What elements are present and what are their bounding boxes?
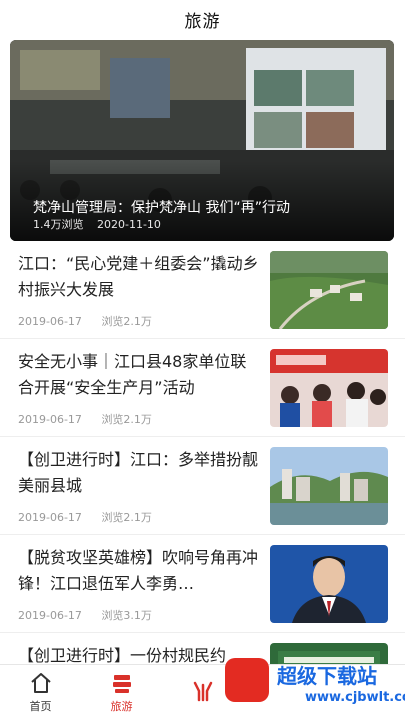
news-views: 浏览3.1万 xyxy=(101,609,152,622)
list-item[interactable]: 安全无小事｜江口县48家单位联合开展“安全生产月”活动 2019-06-17 浏… xyxy=(0,339,405,437)
watermark-logo xyxy=(225,658,269,702)
news-views: 浏览2.1万 xyxy=(101,315,152,328)
watermark-text: 超级下载站 xyxy=(277,664,377,688)
news-views: 浏览2.1万 xyxy=(101,413,152,426)
list-item[interactable]: 江口：“民心党建＋组委会”撬动乡村振兴大发展 2019-06-17 浏览2.1万 xyxy=(0,241,405,339)
featured-views: 1.4万浏览 xyxy=(33,218,84,231)
featured-date: 2020-11-10 xyxy=(97,218,161,231)
tab-travel[interactable]: 旅游 xyxy=(81,665,162,720)
news-title: 安全无小事｜江口县48家单位联合开展“安全生产月”活动 xyxy=(18,352,247,397)
list-item[interactable]: 【创卫进行时】江口：多举措扮靓美丽县城 2019-06-17 浏览2.1万 xyxy=(0,437,405,535)
news-thumbnail xyxy=(270,545,388,623)
tab-home-label: 首页 xyxy=(29,700,52,713)
news-title: 【创卫进行时】江口：多举措扮靓美丽县城 xyxy=(18,450,259,495)
tab-travel-label: 旅游 xyxy=(110,700,133,713)
watermark-url: www.cjbwlt.com xyxy=(305,690,405,705)
news-meta: 2019-06-17 浏览2.1万 xyxy=(18,313,152,329)
news-thumbnail xyxy=(270,349,388,427)
travel-icon xyxy=(112,675,131,693)
news-date: 2019-06-17 xyxy=(18,315,82,328)
news-title: 【脱贫攻坚英雄榜】吹响号角再冲锋！江口退伍军人李勇… xyxy=(18,548,259,593)
featured-title: 梵净山管理局：保护梵净山 我们“再”行动 xyxy=(33,200,290,216)
home-icon xyxy=(30,673,51,693)
news-meta: 2019-06-17 浏览2.1万 xyxy=(18,509,152,525)
tab-home[interactable]: 首页 xyxy=(0,665,81,720)
news-meta: 2019-06-17 浏览3.1万 xyxy=(18,607,152,623)
news-views: 浏览2.1万 xyxy=(101,511,152,524)
news-meta: 2019-06-17 浏览2.1万 xyxy=(18,411,152,427)
top-bar: 旅游 xyxy=(0,0,405,38)
page-title: 旅游 xyxy=(184,11,221,32)
news-thumbnail xyxy=(270,251,388,329)
news-title: 江口：“民心党建＋组委会”撬动乡村振兴大发展 xyxy=(18,254,259,299)
news-date: 2019-06-17 xyxy=(18,609,82,622)
site-watermark: 超级下载站 www.cjbwlt.com xyxy=(155,654,405,716)
news-list: 江口：“民心党建＋组委会”撬动乡村振兴大发展 2019-06-17 浏览2.1万… xyxy=(0,241,405,720)
news-date: 2019-06-17 xyxy=(18,511,82,524)
news-date: 2019-06-17 xyxy=(18,413,82,426)
news-thumbnail xyxy=(270,447,388,525)
featured-article[interactable]: 梵净山管理局：保护梵净山 我们“再”行动 1.4万浏览 2020-11-10 xyxy=(10,40,394,241)
list-item[interactable]: 【脱贫攻坚英雄榜】吹响号角再冲锋！江口退伍军人李勇… 2019-06-17 浏览… xyxy=(0,535,405,633)
featured-meta: 1.4万浏览 2020-11-10 xyxy=(33,216,161,232)
